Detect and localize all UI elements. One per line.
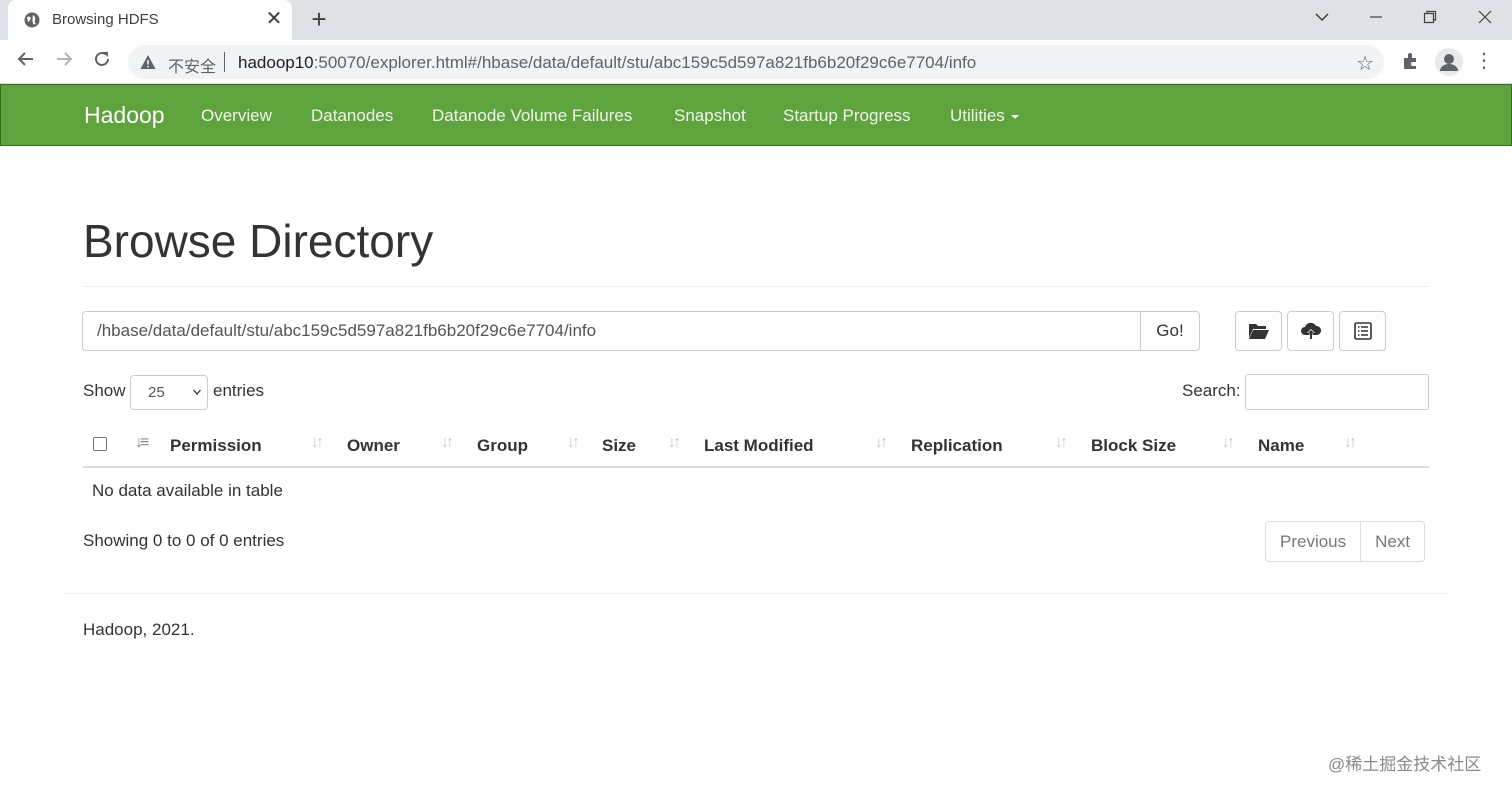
warning-icon[interactable] bbox=[140, 54, 156, 70]
brand-link[interactable]: Hadoop bbox=[84, 102, 165, 129]
globe-icon bbox=[24, 12, 40, 28]
sort-icon[interactable]: ↓↑ bbox=[311, 434, 324, 452]
entries-per-page-select[interactable]: 25 bbox=[130, 375, 208, 410]
back-icon[interactable] bbox=[14, 50, 38, 74]
column-permission[interactable]: Permission bbox=[170, 436, 262, 456]
sort-icon[interactable]: ↓↑ bbox=[567, 434, 580, 452]
sort-icon[interactable]: ↓↑ bbox=[1055, 434, 1068, 452]
select-all-checkbox[interactable] bbox=[93, 437, 107, 451]
column-group[interactable]: Group bbox=[477, 436, 528, 456]
profile-avatar-icon[interactable] bbox=[1435, 48, 1463, 76]
security-label: 不安全 bbox=[168, 59, 217, 76]
separator bbox=[224, 52, 225, 72]
search-input[interactable] bbox=[1245, 374, 1429, 410]
previous-button[interactable]: Previous bbox=[1266, 522, 1360, 561]
column-replication[interactable]: Replication bbox=[911, 436, 1003, 456]
folder-open-icon bbox=[1248, 324, 1269, 339]
sort-icon[interactable]: ↓↑ bbox=[875, 434, 888, 452]
column-last-modified[interactable]: Last Modified bbox=[704, 436, 814, 456]
table-header: ↓≡ Permission ↓↑ Owner ↓↑ Group ↓↑ Size … bbox=[83, 424, 1429, 468]
hadoop-navbar: Hadoop Overview Datanodes Datanode Volum… bbox=[0, 84, 1512, 146]
caret-down-icon bbox=[1010, 114, 1019, 119]
table-info: Showing 0 to 0 of 0 entries bbox=[83, 531, 285, 550]
sort-icon[interactable]: ↓↑ bbox=[441, 434, 454, 452]
tab-title: Browsing HDFS bbox=[52, 11, 159, 28]
column-size[interactable]: Size bbox=[602, 436, 636, 456]
sort-icon[interactable]: ↓↑ bbox=[668, 434, 681, 452]
tab-close-icon[interactable]: ✕ bbox=[264, 9, 284, 29]
create-directory-button[interactable] bbox=[1235, 311, 1282, 351]
nav-utilities-label: Utilities bbox=[950, 106, 1005, 125]
url-text[interactable]: hadoop10:50070/explorer.html#/hbase/data… bbox=[238, 53, 976, 73]
address-bar[interactable]: 不安全 hadoop10:50070/explorer.html#/hbase/… bbox=[128, 45, 1384, 79]
nav-overview[interactable]: Overview bbox=[201, 106, 272, 126]
cut-paste-button[interactable] bbox=[1339, 311, 1386, 351]
upload-button[interactable] bbox=[1287, 311, 1334, 351]
go-button[interactable]: Go! bbox=[1140, 311, 1200, 351]
next-button[interactable]: Next bbox=[1360, 522, 1424, 561]
nav-snapshot[interactable]: Snapshot bbox=[674, 106, 746, 126]
close-window-icon[interactable] bbox=[1471, 6, 1499, 30]
browser-menu-icon[interactable]: ⋮ bbox=[1474, 48, 1494, 74]
divider bbox=[64, 593, 1448, 594]
entries-select-value: 25 bbox=[148, 384, 165, 401]
watermark: @稀土掘金技术社区 bbox=[1328, 755, 1482, 774]
minimize-icon[interactable] bbox=[1362, 6, 1390, 30]
tab-search-icon[interactable] bbox=[1308, 6, 1336, 30]
list-alt-icon bbox=[1353, 322, 1372, 340]
chevron-down-icon bbox=[193, 389, 201, 395]
directory-path-input[interactable]: /hbase/data/default/stu/abc159c5d597a821… bbox=[82, 311, 1142, 351]
new-tab-button[interactable]: + bbox=[306, 6, 332, 33]
search-label: Search: bbox=[1182, 381, 1241, 400]
sort-icon[interactable]: ↓↑ bbox=[1222, 434, 1235, 452]
extensions-icon[interactable] bbox=[1400, 50, 1422, 72]
reload-icon[interactable] bbox=[90, 50, 114, 74]
sort-asc-icon[interactable]: ↓≡ bbox=[135, 434, 149, 452]
page-title: Browse Directory bbox=[83, 215, 434, 267]
nav-startup-progress[interactable]: Startup Progress bbox=[783, 106, 911, 126]
nav-datanode-volume-failures[interactable]: Datanode Volume Failures bbox=[432, 106, 632, 126]
restore-icon[interactable] bbox=[1416, 6, 1444, 30]
cloud-upload-icon bbox=[1300, 322, 1321, 339]
browser-tabstrip: Browsing HDFS ✕ + bbox=[0, 0, 1512, 40]
column-owner[interactable]: Owner bbox=[347, 436, 400, 456]
sort-icon[interactable]: ↓↑ bbox=[1344, 434, 1357, 452]
footer-text: Hadoop, 2021. bbox=[83, 620, 195, 639]
nav-utilities[interactable]: Utilities bbox=[950, 106, 1019, 126]
url-path: :50070/explorer.html#/hbase/data/default… bbox=[313, 53, 977, 72]
divider bbox=[83, 286, 1429, 287]
nav-datanodes[interactable]: Datanodes bbox=[311, 106, 393, 126]
bookmark-star-icon[interactable]: ☆ bbox=[1356, 51, 1374, 76]
browser-toolbar: 不安全 hadoop10:50070/explorer.html#/hbase/… bbox=[0, 40, 1512, 84]
forward-icon[interactable] bbox=[52, 50, 76, 74]
show-label: Show bbox=[83, 381, 126, 400]
pagination: Previous Next bbox=[1265, 521, 1426, 562]
url-host: hadoop10 bbox=[238, 53, 314, 72]
column-name[interactable]: Name bbox=[1258, 436, 1304, 456]
column-block-size[interactable]: Block Size bbox=[1091, 436, 1176, 456]
browser-tab[interactable]: Browsing HDFS ✕ bbox=[8, 0, 292, 40]
entries-label: entries bbox=[213, 381, 265, 400]
empty-table-message: No data available in table bbox=[92, 481, 283, 500]
